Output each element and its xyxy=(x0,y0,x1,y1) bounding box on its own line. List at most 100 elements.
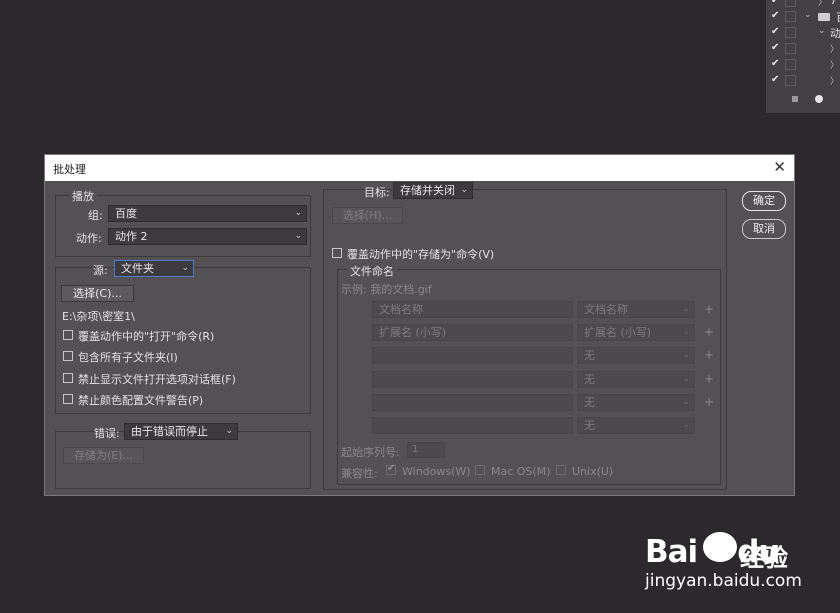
chevron-down-icon: ⌄ xyxy=(294,231,302,241)
naming-field-2-select-value: 扩展名 (小写) xyxy=(584,326,652,339)
action-step-row[interactable]: ✔ 〉 xyxy=(766,73,840,89)
destination-label: 目标: xyxy=(364,186,390,199)
error-label: 错误: xyxy=(94,427,120,440)
watermark-url: jingyan.baidu.com xyxy=(645,571,802,591)
naming-field-1-select[interactable]: 文档名称 ⌄ xyxy=(577,301,695,318)
action-row-label: 7 xyxy=(830,0,837,7)
chevron-down-icon[interactable]: ⌄ xyxy=(818,26,826,36)
override-open-checkbox[interactable] xyxy=(63,330,73,340)
actions-panel-toolbar xyxy=(766,91,840,107)
watermark-brand-part1: Bai xyxy=(645,534,698,570)
chevron-right-icon[interactable]: 〉 xyxy=(830,42,839,55)
group-select[interactable]: 百度 ⌄ xyxy=(108,205,307,222)
check-icon[interactable]: ✔ xyxy=(771,74,781,85)
chevron-right-icon[interactable]: 〉 xyxy=(830,58,839,71)
action-set-row[interactable]: ✔ ⌄ 百 xyxy=(766,9,840,25)
destination-select[interactable]: 存储并关闭 ⌄ xyxy=(393,182,473,199)
check-icon[interactable]: ✔ xyxy=(771,58,781,69)
chevron-down-icon: ⌄ xyxy=(682,304,690,314)
chevron-right-icon[interactable]: 〉 xyxy=(830,74,839,87)
error-select-value: 由于错误而停止 xyxy=(131,425,208,438)
naming-field-4-input[interactable] xyxy=(372,371,573,388)
source-choose-button[interactable]: 选择(C)... xyxy=(61,285,134,302)
action-row[interactable]: ✔ ⌄ 动 xyxy=(766,25,840,41)
override-save-as-checkbox[interactable] xyxy=(332,248,342,258)
naming-field-5-select-value: 无 xyxy=(584,396,595,409)
close-icon[interactable]: ✕ xyxy=(773,158,786,176)
naming-field-4-select-value: 无 xyxy=(584,373,595,386)
include-subfolders-label: 包含所有子文件夹(I) xyxy=(78,351,178,364)
compat-macos-label: Mac OS(M) xyxy=(491,465,551,478)
compat-windows-checkbox[interactable]: ✔ xyxy=(386,463,396,475)
dialog-toggle-box[interactable] xyxy=(785,75,796,86)
dialog-toggle-box[interactable] xyxy=(785,0,796,7)
naming-field-1-select-value: 文档名称 xyxy=(584,303,628,316)
check-icon: ✔ xyxy=(387,463,396,474)
actions-panel: ✔ 〉 7 ✔ ⌄ 百 ✔ ⌄ 动 ✔ 〉 ✔ 〉 ✔ 〉 xyxy=(765,0,840,114)
naming-field-3-plus: + xyxy=(704,348,715,362)
chevron-right-icon[interactable]: 〉 xyxy=(818,0,827,8)
naming-field-2-select[interactable]: 扩展名 (小写) ⌄ xyxy=(577,324,695,341)
chevron-down-icon: ⌄ xyxy=(682,350,690,360)
naming-field-5-select[interactable]: 无 ⌄ xyxy=(577,394,695,411)
chevron-down-icon: ⌄ xyxy=(682,397,690,407)
source-select[interactable]: 文件夹 ⌄ xyxy=(114,260,194,277)
naming-field-5-input[interactable] xyxy=(372,394,573,411)
baidu-jingyan-watermark: Bai du 经验 jingyan.baidu.com xyxy=(645,520,805,600)
dialog-toggle-box[interactable] xyxy=(785,43,796,54)
paw-logo-icon xyxy=(703,532,737,562)
action-set-label: 百 xyxy=(836,9,840,25)
naming-field-1-value: 文档名称 xyxy=(379,303,423,316)
naming-field-4-plus: + xyxy=(704,372,715,386)
cancel-button[interactable]: 取消 xyxy=(742,219,786,239)
check-icon[interactable]: ✔ xyxy=(771,10,781,21)
batch-dialog: 批处理 ✕ 播放 组: 百度 ⌄ 动作: 动作 2 ⌄ 源: 文件夹 ⌄ 选择(… xyxy=(44,154,795,496)
start-serial-input[interactable]: 1 xyxy=(407,442,445,458)
save-as-button[interactable]: 存储为(E)... xyxy=(63,447,144,464)
chevron-down-icon: ⌄ xyxy=(225,426,233,436)
naming-field-2-value: 扩展名 (小写) xyxy=(379,326,447,339)
chevron-down-icon: ⌄ xyxy=(682,327,690,337)
suppress-open-dialogs-checkbox[interactable] xyxy=(63,373,73,383)
compat-windows-label: Windows(W) xyxy=(402,465,471,478)
naming-field-4-select[interactable]: 无 ⌄ xyxy=(577,371,695,388)
compat-unix-checkbox[interactable] xyxy=(556,465,566,475)
chevron-down-icon[interactable]: ⌄ xyxy=(804,10,812,20)
override-save-as-label: 覆盖动作中的"存储为"命令(V) xyxy=(347,248,495,261)
group-select-value: 百度 xyxy=(115,207,137,220)
dialog-titlebar: 批处理 ✕ xyxy=(45,155,794,181)
action-select[interactable]: 动作 2 ⌄ xyxy=(108,228,307,245)
dialog-toggle-box[interactable] xyxy=(785,59,796,70)
destination-choose-button[interactable]: 选择(H)... xyxy=(332,207,403,224)
action-select-value: 动作 2 xyxy=(115,230,148,243)
naming-field-3-select-value: 无 xyxy=(584,349,595,362)
source-label: 源: xyxy=(93,264,108,277)
check-icon[interactable]: ✔ xyxy=(771,0,781,6)
action-row-label: 动 xyxy=(830,27,840,40)
source-select-value: 文件夹 xyxy=(121,262,154,275)
naming-field-6-select[interactable]: 无 ⌄ xyxy=(577,417,695,434)
record-icon[interactable] xyxy=(815,95,823,103)
naming-field-1-plus: + xyxy=(704,302,715,316)
action-step-row[interactable]: ✔ 〉 xyxy=(766,41,840,57)
naming-field-6-input[interactable] xyxy=(372,417,573,434)
error-select[interactable]: 由于错误而停止 ⌄ xyxy=(124,423,238,440)
compat-unix-label: Unix(U) xyxy=(572,465,614,478)
check-icon[interactable]: ✔ xyxy=(771,26,781,37)
compat-macos-checkbox[interactable] xyxy=(475,465,485,475)
ok-button[interactable]: 确定 xyxy=(742,191,786,211)
naming-field-1-input[interactable]: 文档名称 xyxy=(372,301,573,318)
dialog-title: 批处理 xyxy=(53,163,86,176)
dialog-toggle-box[interactable] xyxy=(785,11,796,22)
action-step-row[interactable]: ✔ 〉 xyxy=(766,57,840,73)
suppress-color-warnings-checkbox[interactable] xyxy=(63,394,73,404)
naming-field-3-input[interactable] xyxy=(372,347,573,364)
play-legend: 播放 xyxy=(69,188,97,204)
naming-field-3-select[interactable]: 无 ⌄ xyxy=(577,347,695,364)
stop-icon[interactable] xyxy=(792,96,798,102)
naming-example: 示例: 我的文档.gif xyxy=(341,283,432,296)
check-icon[interactable]: ✔ xyxy=(771,42,781,53)
naming-field-2-input[interactable]: 扩展名 (小写) xyxy=(372,324,573,341)
dialog-toggle-box[interactable] xyxy=(785,27,796,38)
include-subfolders-checkbox[interactable] xyxy=(63,351,73,361)
